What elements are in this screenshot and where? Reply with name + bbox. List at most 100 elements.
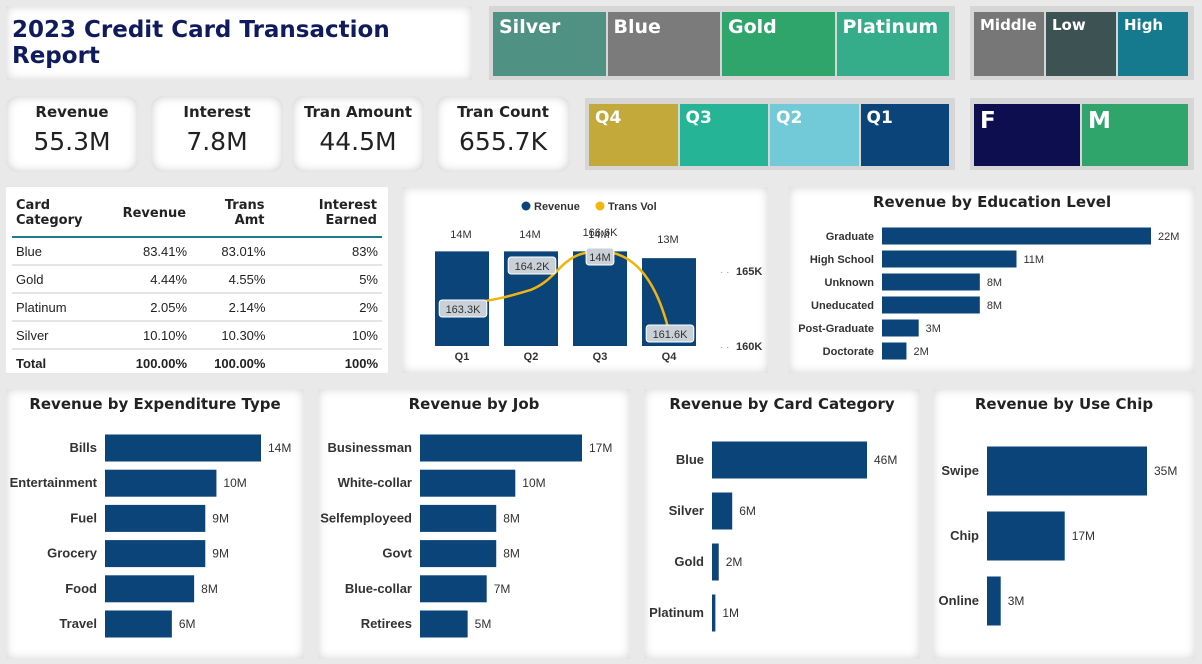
column-header[interactable]: Card Category <box>12 195 119 237</box>
table-cell: Total <box>16 356 47 371</box>
table-cell: 2.05% <box>150 299 188 315</box>
category-label: Post-Graduate <box>798 323 874 335</box>
kpi-value: 55.3M <box>33 127 111 156</box>
category-label: Entertainment <box>10 475 98 490</box>
category-label: Platinum <box>649 605 704 620</box>
kpi-value: 655.7K <box>459 127 547 156</box>
slicer-quarter-q1[interactable]: Q1 <box>860 104 949 166</box>
category-label: Chip <box>950 528 979 543</box>
table-cell: 83% <box>351 243 378 259</box>
table-row: Blue 83.41% 83.01% 83% <box>12 237 382 265</box>
category-label: Blue-collar <box>345 581 412 596</box>
bar <box>105 434 261 462</box>
report-title-card: 2023 Credit Card Transaction Report <box>6 6 472 80</box>
table-cell: Blue <box>16 243 43 259</box>
data-label: 14M <box>589 252 610 264</box>
data-label: 8M <box>987 277 1002 289</box>
table-cell: 10.30% <box>221 327 266 343</box>
data-label: 10M <box>223 476 246 490</box>
column-header[interactable]: Interest Earned <box>269 195 382 237</box>
bar <box>420 575 487 603</box>
bar <box>105 504 206 532</box>
use-chip-chart: Revenue by Use Chip Swipe 35M Chip 17M Onlin… <box>933 389 1195 659</box>
data-label: 35M <box>1154 464 1177 478</box>
data-label: 8M <box>201 582 218 596</box>
table-cell: 83.01% <box>221 243 266 259</box>
data-label: 14M <box>268 441 291 455</box>
data-label: 17M <box>589 441 612 455</box>
slicer-gender-f[interactable]: F <box>974 104 1080 166</box>
slicer-card-gold[interactable]: Gold <box>722 12 835 76</box>
data-label: 7M <box>494 582 511 596</box>
bar <box>435 251 489 346</box>
category-label: Selfemployeed <box>320 510 412 525</box>
table-cell: 100.00% <box>135 356 188 371</box>
category-label: Bills <box>70 440 97 455</box>
slicer-quarter-q4[interactable]: Q4 <box>589 104 678 166</box>
data-label: 1M <box>722 606 739 620</box>
revenue-transvol-combo-chart: Revenue Trans Vol Q1 Q2 Q3 Q4 14M 14M 14M 13M 163.… <box>402 187 768 373</box>
bar <box>882 342 907 360</box>
bar <box>712 543 719 581</box>
income-group-slicer: Middle Low High <box>970 6 1194 80</box>
table-cell: 83.41% <box>142 243 188 259</box>
slicer-card-platinum[interactable]: Platinum <box>836 12 949 76</box>
column-header[interactable]: Trans Amt <box>191 195 269 237</box>
category-label: Travel <box>59 616 97 631</box>
slicer-income-middle[interactable]: Middle <box>974 12 1044 76</box>
table-cell: 4.55% <box>228 271 266 287</box>
job-chart-svg: Businessman 17M White-collar 10M Selfemploye… <box>320 434 612 638</box>
data-label: 11M <box>1024 254 1045 266</box>
chart-title: Revenue by Expenditure Type <box>29 395 281 413</box>
education-chart-svg: Graduate 22M High School 11M Unknown 8M Uneduc… <box>798 227 1179 360</box>
table-cell: 100% <box>344 356 378 371</box>
category-label: Doctorate <box>823 346 874 358</box>
chart-title: Revenue by Card Category <box>669 395 895 413</box>
slicer-card-blue[interactable]: Blue <box>607 12 720 76</box>
category-label: Fuel <box>70 510 97 525</box>
bar <box>882 273 980 291</box>
axis-tick-label: 160K <box>736 341 762 353</box>
card-category-slicer: Silver Blue Gold Platinum <box>489 6 955 80</box>
bar <box>712 441 867 479</box>
data-label: 9M <box>212 511 229 525</box>
category-label: Uneducated <box>811 300 874 312</box>
data-label: 13M <box>657 234 678 246</box>
data-label: 10M <box>522 476 545 490</box>
bar <box>712 492 733 530</box>
slicer-quarter-q3[interactable]: Q3 <box>679 104 768 166</box>
card-category-table: Card Category Revenue Trans Amt Interest… <box>6 187 388 373</box>
legend-label: Trans Vol <box>608 201 657 213</box>
table-cell: 5% <box>359 271 378 287</box>
data-label: 8M <box>987 300 1002 312</box>
page-title: 2023 Credit Card Transaction Report <box>12 17 390 69</box>
data-label: 9M <box>212 547 229 561</box>
slicer-gender-m[interactable]: M <box>1082 104 1188 166</box>
gender-slicer: FM <box>970 98 1194 170</box>
category-label: White-collar <box>338 475 412 490</box>
data-label: 46M <box>874 453 897 467</box>
column-header[interactable]: Revenue <box>119 195 191 237</box>
job-chart: Revenue by Job Businessman 17M White-colla… <box>318 389 630 659</box>
table-row: Gold 4.44% 4.55% 5% <box>12 265 382 293</box>
bar <box>882 296 980 314</box>
data-label: 14M <box>519 229 540 241</box>
bar <box>573 251 627 346</box>
bar <box>105 610 172 638</box>
chart-title: Revenue by Job <box>408 395 540 413</box>
use-chip-chart-svg: Swipe 35M Chip 17M Online 3M <box>939 446 1177 626</box>
slicer-income-high[interactable]: High <box>1118 12 1188 76</box>
table-cell: 100.00% <box>214 356 266 371</box>
quarter-slicer: Q4 Q3 Q2 Q1 <box>585 98 955 170</box>
slicer-income-low[interactable]: Low <box>1046 12 1116 76</box>
table-cell: 4.44% <box>150 271 188 287</box>
data-label: 14M <box>450 229 471 241</box>
table-cell: 10% <box>351 327 378 343</box>
slicer-quarter-q2[interactable]: Q2 <box>770 104 859 166</box>
bar <box>882 319 919 337</box>
slicer-card-silver[interactable]: Silver <box>493 12 606 76</box>
table-cell: Gold <box>16 271 44 287</box>
legend-label: Revenue <box>534 201 580 213</box>
kpi-label: Interest <box>183 103 251 121</box>
kpi-interest: Interest 7.8M <box>151 96 283 172</box>
